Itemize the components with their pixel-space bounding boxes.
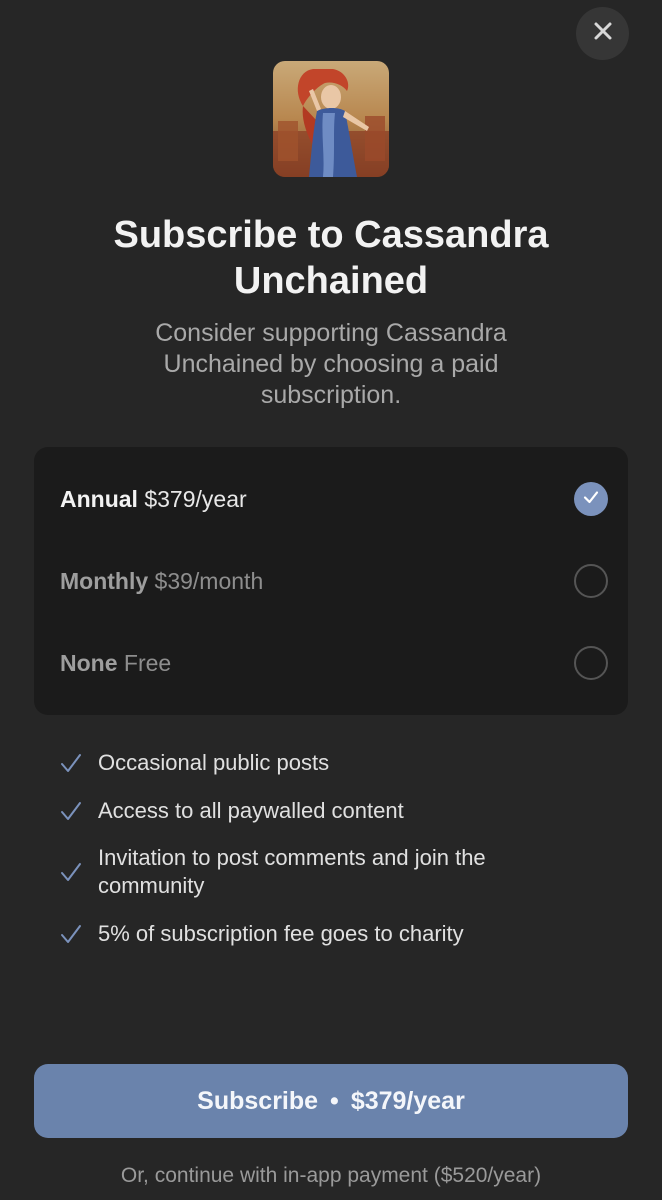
plan-option-monthly[interactable]: Monthly $39/month (60, 551, 608, 611)
checkmark-icon (60, 923, 82, 945)
subscribe-price: $379/year (350, 1086, 465, 1115)
checkmark-icon (60, 861, 82, 883)
radio-unselected[interactable] (574, 564, 608, 598)
plan-selector: Annual $379/year Monthly $39/month None … (34, 447, 628, 715)
benefit-text: Invitation to post comments and join the… (98, 845, 486, 898)
plan-name: Monthly (60, 567, 149, 594)
separator-dot: • (330, 1086, 339, 1115)
check-icon (582, 488, 600, 511)
publication-cover-image (273, 61, 389, 177)
checkmark-icon (60, 800, 82, 822)
plan-price: $379/year (144, 485, 247, 512)
radio-selected[interactable] (574, 482, 608, 516)
in-app-payment-link[interactable]: Or, continue with in-app payment ($520/y… (0, 1164, 662, 1188)
benefit-item: Access to all paywalled content (60, 797, 560, 825)
close-button[interactable] (576, 7, 629, 60)
plan-price: Free (123, 649, 172, 676)
plan-price: $39/month (154, 567, 264, 594)
page-subtitle: Consider supporting Cassandra Unchained … (155, 319, 507, 409)
benefit-item: Invitation to post comments and join the… (60, 844, 500, 900)
plan-option-none[interactable]: None Free (60, 633, 608, 693)
close-icon (592, 20, 614, 47)
plan-name: Annual (60, 485, 138, 512)
checkmark-icon (60, 752, 82, 774)
page-title: Subscribe to Cassandra Unchained (113, 214, 549, 302)
plan-option-annual[interactable]: Annual $379/year (60, 469, 608, 529)
subscribe-label: Subscribe (197, 1086, 319, 1115)
subscribe-button[interactable]: Subscribe • $379/year (34, 1064, 628, 1138)
benefit-text: Occasional public posts (98, 750, 330, 775)
benefit-text: Access to all paywalled content (98, 798, 404, 823)
benefit-item: Occasional public posts (60, 749, 560, 777)
benefit-text: 5% of subscription fee goes to charity (98, 921, 464, 946)
radio-unselected[interactable] (574, 646, 608, 680)
plan-name: None (60, 649, 118, 676)
benefit-item: 5% of subscription fee goes to charity (60, 920, 560, 948)
